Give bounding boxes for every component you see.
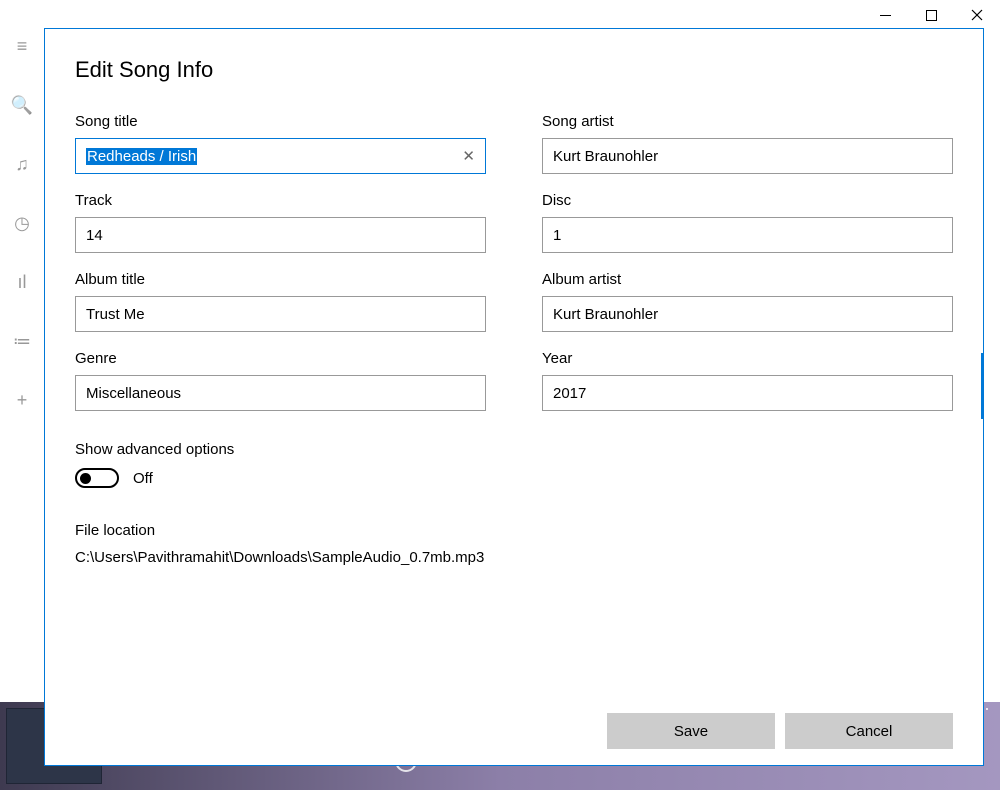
- track-label: Track: [75, 192, 486, 209]
- song-artist-value: Kurt Braunohler: [553, 148, 942, 165]
- advanced-options-state: Off: [133, 470, 153, 487]
- playlist-icon: ≔: [13, 331, 31, 352]
- search-icon: 🔍: [11, 95, 33, 116]
- song-artist-input[interactable]: Kurt Braunohler: [542, 138, 953, 174]
- track-input[interactable]: 14: [75, 217, 486, 253]
- scrollbar-accent: [981, 353, 984, 419]
- album-artist-input[interactable]: Kurt Braunohler: [542, 296, 953, 332]
- file-location-path: C:\Users\Pavithramahit\Downloads\SampleA…: [75, 549, 953, 566]
- disc-label: Disc: [542, 192, 953, 209]
- year-input[interactable]: 2017: [542, 375, 953, 411]
- field-song-artist: Song artist Kurt Braunohler: [542, 113, 953, 174]
- year-value: 2017: [553, 385, 942, 402]
- nowplaying-icon: ıl: [18, 272, 27, 293]
- field-genre: Genre Miscellaneous: [75, 350, 486, 411]
- field-disc: Disc 1: [542, 192, 953, 253]
- field-album-title: Album title Trust Me: [75, 271, 486, 332]
- genre-label: Genre: [75, 350, 486, 367]
- form-grid: Song title Redheads / Irish ✕ Song artis…: [75, 113, 953, 411]
- disc-input[interactable]: 1: [542, 217, 953, 253]
- dialog-footer: Save Cancel: [45, 697, 983, 765]
- track-value: 14: [86, 227, 475, 244]
- disc-value: 1: [553, 227, 942, 244]
- advanced-options-toggle[interactable]: [75, 468, 119, 488]
- cancel-button[interactable]: Cancel: [785, 713, 953, 749]
- album-artist-label: Album artist: [542, 271, 953, 288]
- genre-value: Miscellaneous: [86, 385, 475, 402]
- album-title-input[interactable]: Trust Me: [75, 296, 486, 332]
- minimize-button[interactable]: [862, 0, 908, 30]
- song-artist-label: Song artist: [542, 113, 953, 130]
- music-icon: ♫: [15, 154, 29, 175]
- field-year: Year 2017: [542, 350, 953, 411]
- song-title-label: Song title: [75, 113, 486, 130]
- song-title-value: Redheads / Irish: [86, 148, 197, 165]
- toggle-knob: [80, 473, 91, 484]
- dialog-title: Edit Song Info: [75, 57, 953, 83]
- advanced-options-label: Show advanced options: [75, 441, 953, 458]
- advanced-options-section: Show advanced options Off: [75, 441, 953, 488]
- edit-song-info-dialog: Edit Song Info Song title Redheads / Iri…: [44, 28, 984, 766]
- year-label: Year: [542, 350, 953, 367]
- save-button[interactable]: Save: [607, 713, 775, 749]
- field-track: Track 14: [75, 192, 486, 253]
- field-album-artist: Album artist Kurt Braunohler: [542, 271, 953, 332]
- add-icon: +: [17, 390, 28, 411]
- background-sidebar: ≡ 🔍 ♫ ◷ ıl ≔ +: [0, 28, 44, 658]
- clear-icon[interactable]: ✕: [462, 147, 475, 165]
- hamburger-icon: ≡: [17, 36, 28, 57]
- file-location-section: File location C:\Users\Pavithramahit\Dow…: [75, 522, 953, 566]
- close-button[interactable]: [954, 0, 1000, 30]
- maximize-button[interactable]: [908, 0, 954, 30]
- album-artist-value: Kurt Braunohler: [553, 306, 942, 323]
- album-title-label: Album title: [75, 271, 486, 288]
- album-title-value: Trust Me: [86, 306, 475, 323]
- recent-icon: ◷: [14, 213, 30, 234]
- file-location-label: File location: [75, 522, 953, 539]
- song-title-input[interactable]: Redheads / Irish ✕: [75, 138, 486, 174]
- titlebar-controls: [862, 0, 1000, 30]
- genre-input[interactable]: Miscellaneous: [75, 375, 486, 411]
- field-song-title: Song title Redheads / Irish ✕: [75, 113, 486, 174]
